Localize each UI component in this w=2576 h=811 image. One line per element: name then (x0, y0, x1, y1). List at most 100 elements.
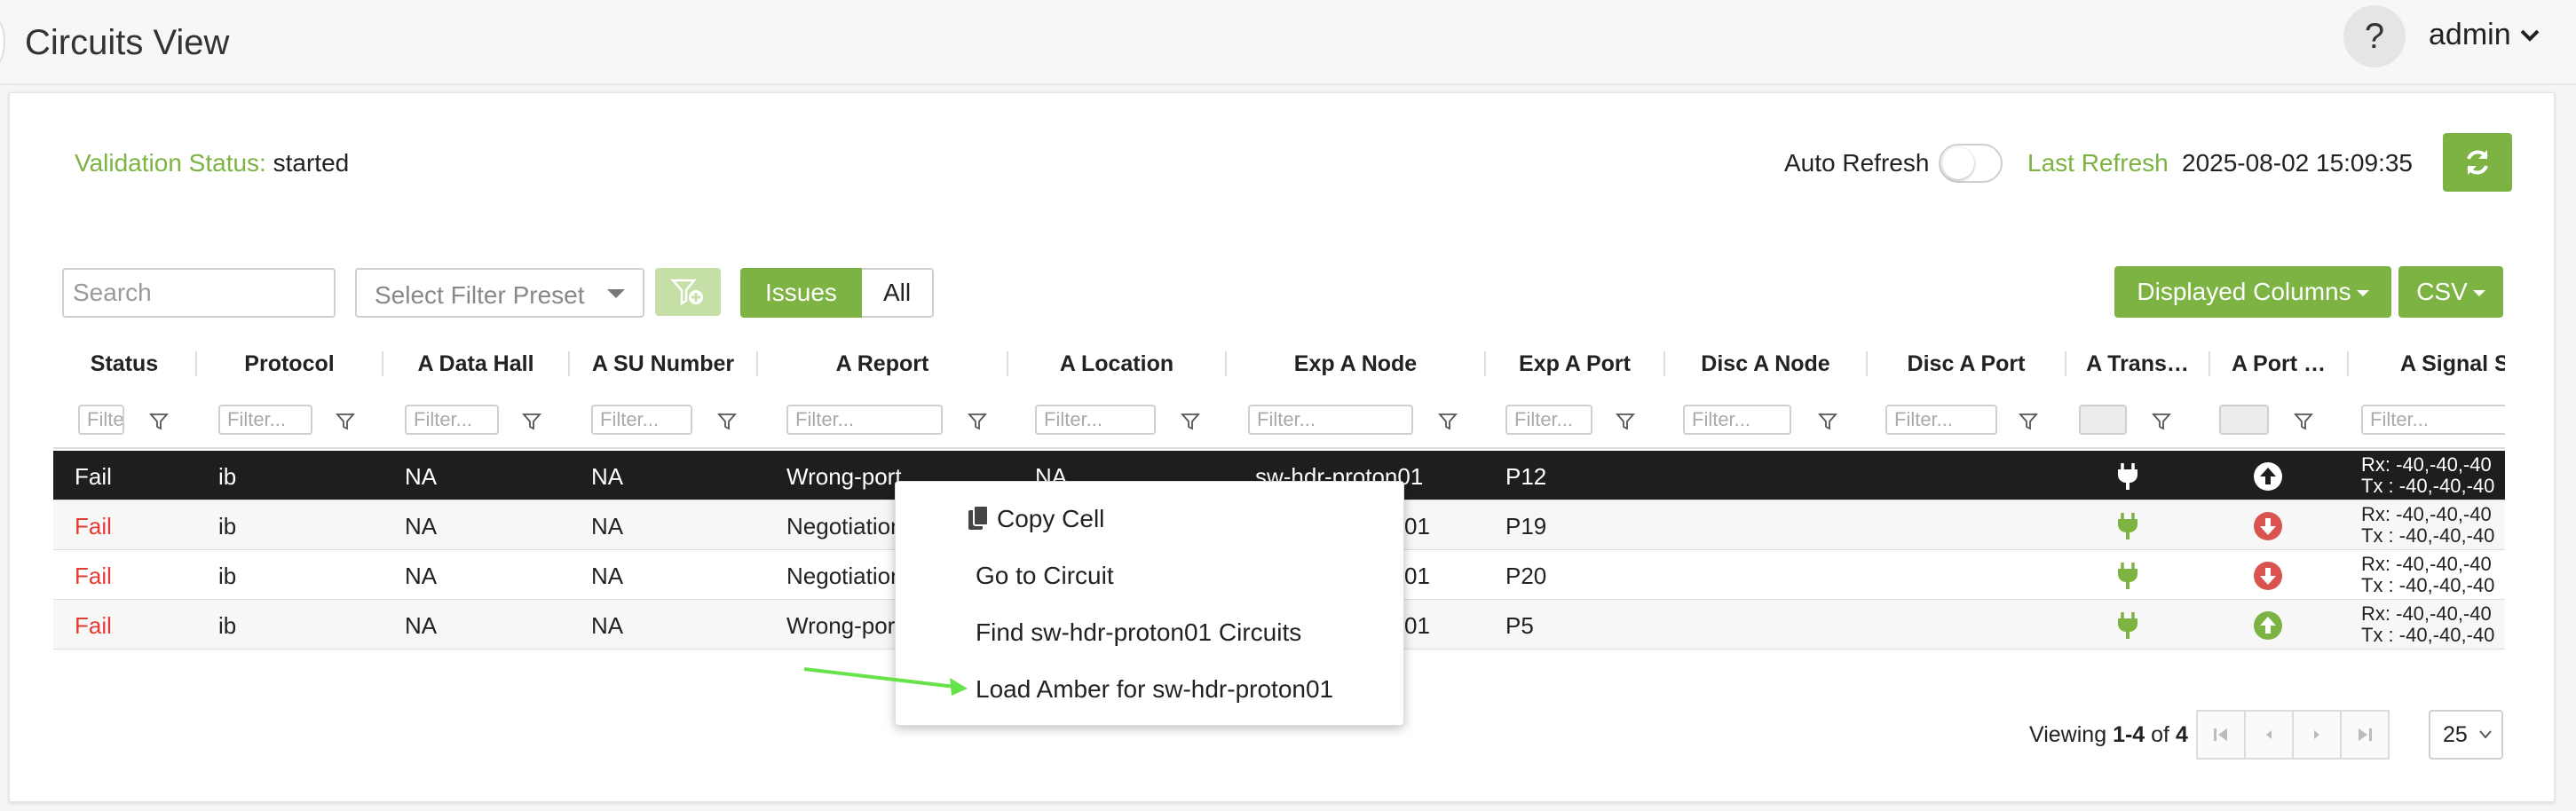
filter-preset-select[interactable]: Select Filter Preset (355, 268, 644, 318)
cell-protocol[interactable]: ib (218, 463, 236, 491)
cell-a-su-number[interactable]: NA (591, 563, 623, 590)
pagination-summary: Viewing 1-4 of 4 (2029, 722, 2188, 748)
cell-exp-a-node[interactable]: 01 (1404, 513, 1430, 540)
cell-a-su-number[interactable]: NA (591, 513, 623, 540)
column-header-a-report[interactable]: A Report (758, 351, 1007, 377)
cell-a-data-hall[interactable]: NA (405, 563, 437, 590)
sidebar-toggle-handle[interactable] (0, 20, 5, 64)
column-header-exp-a-port[interactable]: Exp A Port (1486, 351, 1663, 377)
column-header-a-port-state[interactable]: A Port … (2210, 351, 2347, 377)
filter-icon[interactable] (522, 412, 541, 431)
filter-input-disc-a-port[interactable]: Filter... (1885, 405, 1997, 435)
column-header-a-location[interactable]: A Location (1008, 351, 1225, 377)
filter-input-disc-a-node[interactable]: Filter... (1683, 405, 1791, 435)
column-header-a-su-number[interactable]: A SU Number (570, 351, 756, 377)
cell-a-report[interactable]: Wrong-port (786, 612, 902, 640)
signal-rx: Rx: -40,-40,-40 (2361, 553, 2492, 575)
filter-input-a-location[interactable]: Filter... (1035, 405, 1156, 435)
filter-icon[interactable] (1438, 412, 1458, 431)
cell-exp-a-node[interactable]: 01 (1404, 612, 1430, 640)
first-page-button[interactable] (2196, 710, 2246, 760)
caret-down-icon (2356, 290, 2369, 297)
filter-input-exp-a-port[interactable]: Filter... (1505, 405, 1592, 435)
filter-select-a-port-state[interactable] (2219, 405, 2269, 435)
column-header-a-signal-strength[interactable]: A Signal S (2400, 351, 2505, 377)
auto-refresh-toggle[interactable] (1939, 144, 2003, 183)
cell-status[interactable]: Fail (75, 612, 112, 640)
filter-icon[interactable] (717, 412, 737, 431)
column-header-status[interactable]: Status (53, 351, 195, 377)
filter-input-a-su-number[interactable]: Filter... (591, 405, 692, 435)
filter-icon[interactable] (968, 412, 987, 431)
filter-icon[interactable] (2294, 412, 2313, 431)
cell-protocol[interactable]: ib (218, 563, 236, 590)
port-down-icon (2254, 512, 2282, 540)
filter-icon[interactable] (149, 412, 169, 431)
filter-icon[interactable] (336, 412, 355, 431)
cell-a-su-number[interactable]: NA (591, 612, 623, 640)
filter-input-exp-a-node[interactable]: Filter... (1248, 405, 1413, 435)
cell-a-data-hall[interactable]: NA (405, 513, 437, 540)
refresh-button[interactable] (2443, 133, 2512, 192)
cell-a-data-hall[interactable]: NA (405, 463, 437, 491)
plug-icon (2118, 513, 2137, 539)
cell-exp-a-port[interactable]: P12 (1505, 463, 1546, 491)
column-header-a-transceiver[interactable]: A Trans… (2066, 351, 2209, 377)
cell-a-report[interactable]: Negotiation (786, 513, 904, 540)
cell-protocol[interactable]: ib (218, 612, 236, 640)
last-page-button[interactable] (2340, 710, 2390, 760)
context-menu-load-amber[interactable]: Load Amber for sw-hdr-proton01 (976, 675, 1333, 704)
cell-a-data-hall[interactable]: NA (405, 612, 437, 640)
caret-down-icon (2472, 290, 2485, 297)
cell-a-signal-strength[interactable]: Rx: -40,-40,-40 Tx : -40,-40,-40 (2361, 603, 2494, 646)
context-menu-go-to-circuit[interactable]: Go to Circuit (976, 562, 1114, 590)
user-menu[interactable]: admin (2429, 18, 2540, 52)
filter-icon[interactable] (1616, 412, 1635, 431)
context-menu-find-circuits[interactable]: Find sw-hdr-proton01 Circuits (976, 618, 1301, 647)
cell-a-report[interactable]: Wrong-port (786, 463, 902, 491)
cell-status[interactable]: Fail (75, 563, 112, 590)
filter-input-protocol[interactable]: Filter... (218, 405, 312, 435)
cell-protocol[interactable]: ib (218, 513, 236, 540)
displayed-columns-button[interactable]: Displayed Columns (2114, 266, 2391, 318)
filter-input-a-report[interactable]: Filter... (786, 405, 943, 435)
search-input[interactable] (62, 268, 336, 318)
cell-a-signal-strength[interactable]: Rx: -40,-40,-40 Tx : -40,-40,-40 (2361, 504, 2494, 547)
filter-select-a-transceiver[interactable] (2079, 405, 2127, 435)
filter-input-a-signal-strength[interactable]: Filter... (2361, 405, 2505, 435)
filter-icon[interactable] (1181, 412, 1200, 431)
context-menu-copy-cell[interactable]: Copy Cell (997, 505, 1104, 533)
prev-page-button[interactable] (2244, 710, 2294, 760)
csv-button[interactable]: CSV (2398, 266, 2503, 318)
all-button[interactable]: All (861, 268, 935, 318)
cell-status[interactable]: Fail (75, 463, 112, 491)
column-header-a-data-hall[interactable]: A Data Hall (383, 351, 568, 377)
column-header-disc-a-node[interactable]: Disc A Node (1665, 351, 1866, 377)
cell-a-signal-strength[interactable]: Rx: -40,-40,-40 Tx : -40,-40,-40 (2361, 454, 2494, 497)
filter-icon[interactable] (2152, 412, 2171, 431)
filter-icon[interactable] (2019, 412, 2038, 431)
column-header-disc-a-port[interactable]: Disc A Port (1868, 351, 2065, 377)
cell-status[interactable]: Fail (75, 513, 112, 540)
filter-input-a-data-hall[interactable]: Filter... (405, 405, 499, 435)
cell-a-su-number[interactable]: NA (591, 463, 623, 491)
viewing-label: Viewing (2029, 722, 2107, 747)
column-header-protocol[interactable]: Protocol (197, 351, 382, 377)
help-button[interactable]: ? (2343, 5, 2406, 67)
plug-icon (2118, 463, 2137, 490)
column-separator[interactable] (2347, 351, 2349, 376)
add-filter-preset-button[interactable] (655, 268, 721, 316)
cell-exp-a-port[interactable]: P19 (1505, 513, 1546, 540)
cell-exp-a-port[interactable]: P5 (1505, 612, 1534, 640)
filter-icon[interactable] (1818, 412, 1837, 431)
cell-a-signal-strength[interactable]: Rx: -40,-40,-40 Tx : -40,-40,-40 (2361, 554, 2494, 596)
page-size-select[interactable]: 25 (2429, 710, 2503, 760)
next-page-icon (2314, 730, 2319, 739)
cell-a-report[interactable]: Negotiation (786, 563, 904, 590)
cell-exp-a-port[interactable]: P20 (1505, 563, 1546, 590)
cell-exp-a-node[interactable]: 01 (1404, 563, 1430, 590)
next-page-button[interactable] (2292, 710, 2342, 760)
issues-button[interactable]: Issues (740, 268, 862, 318)
filter-input-status[interactable]: Filte (78, 405, 124, 435)
column-header-exp-a-node[interactable]: Exp A Node (1227, 351, 1484, 377)
